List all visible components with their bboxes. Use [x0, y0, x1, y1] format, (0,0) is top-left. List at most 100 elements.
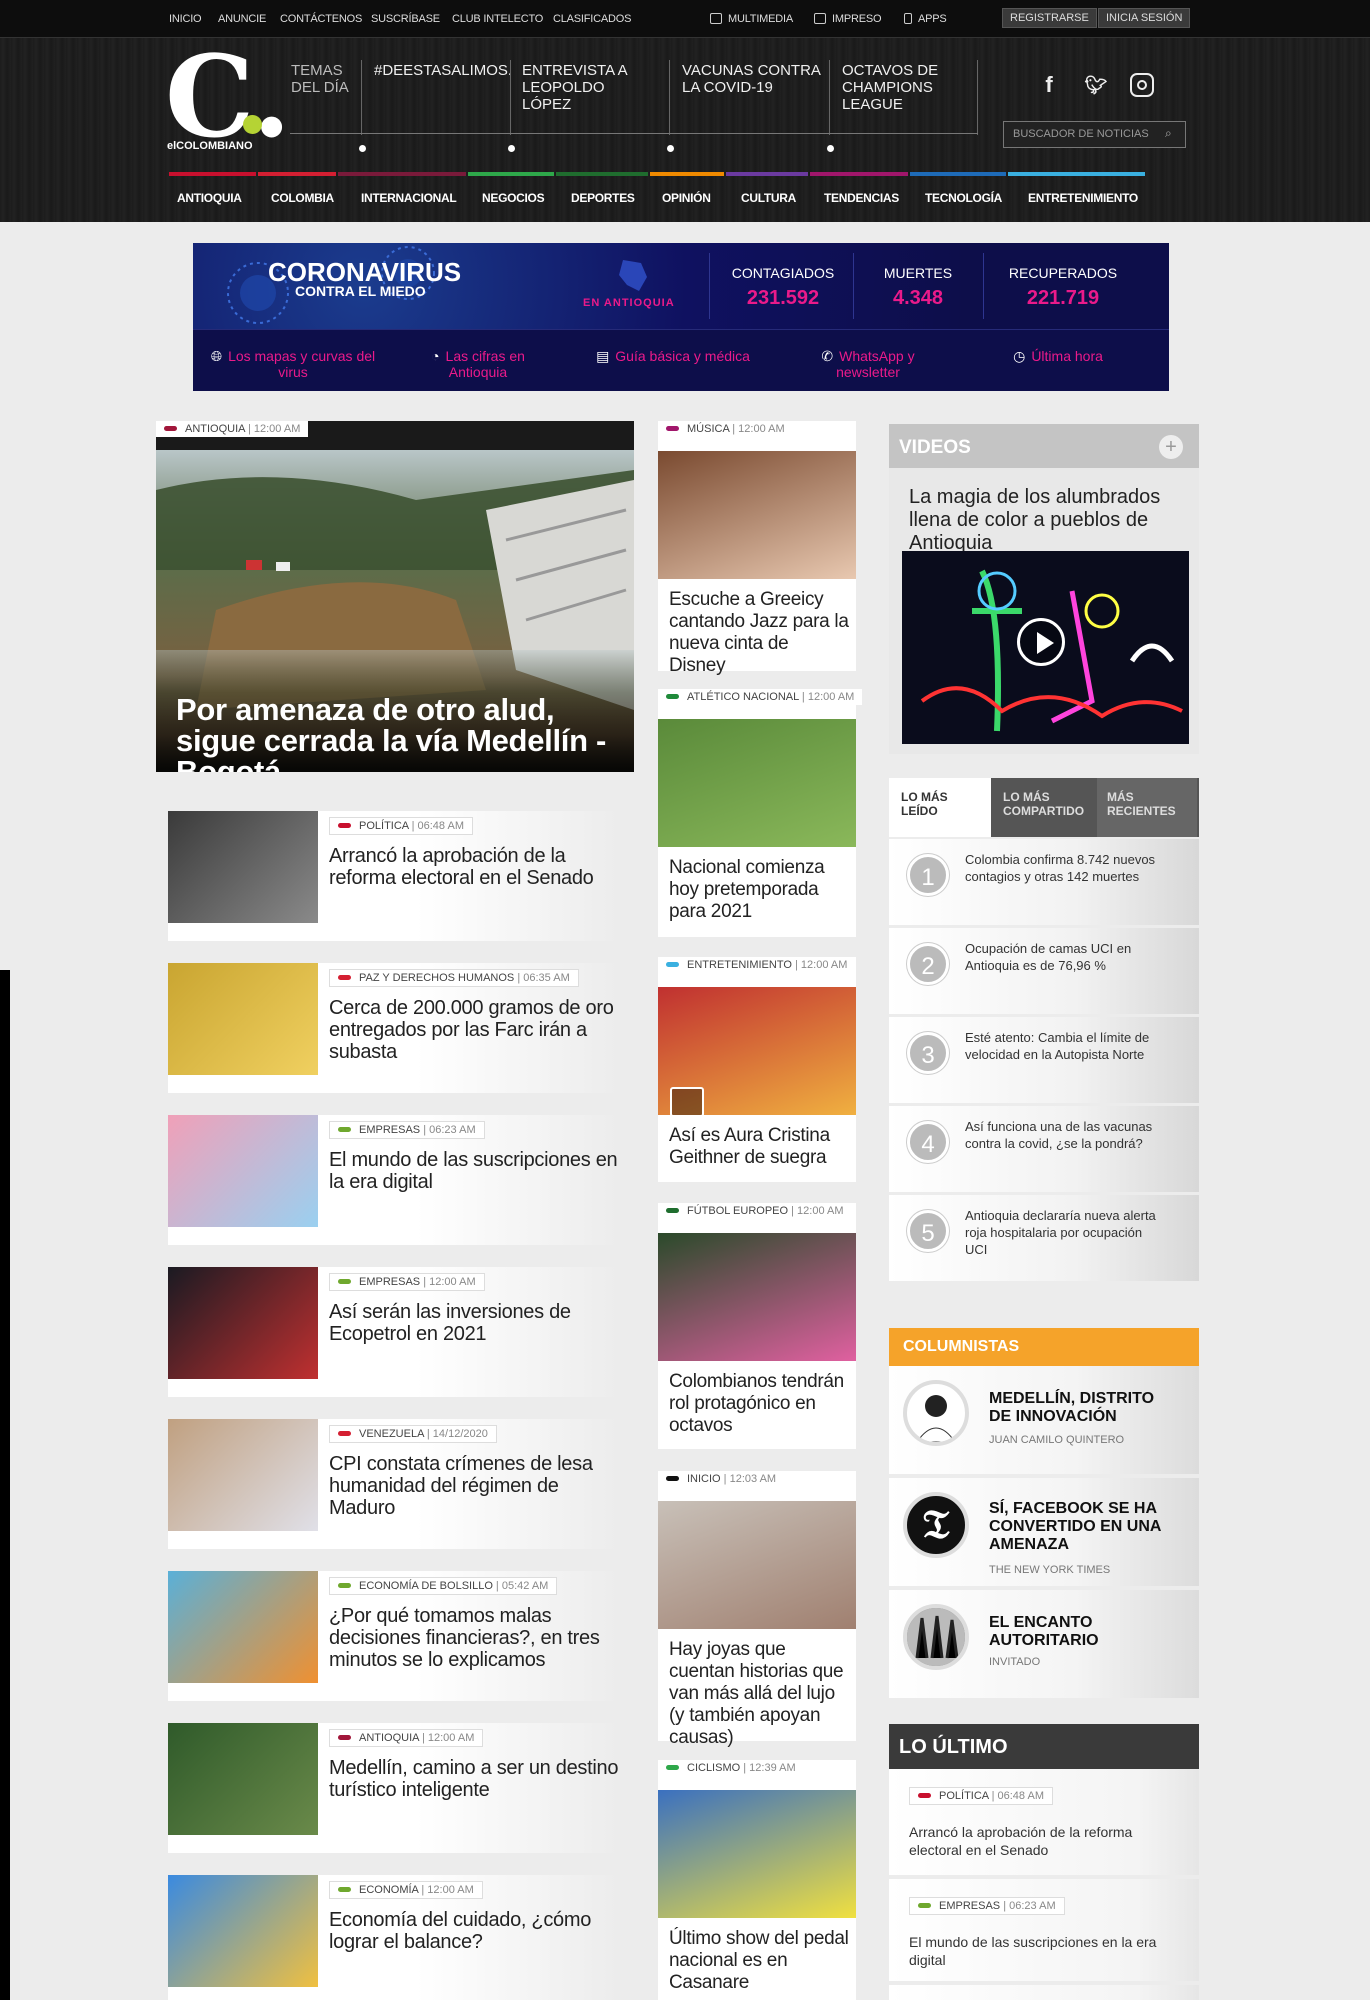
rank-title[interactable]: Ocupación de camas UCI en Antioquia es d…	[965, 940, 1165, 974]
columnist-title[interactable]: SÍ, FACEBOOK SE HA CONVERTIDO EN UNA AME…	[989, 1500, 1169, 1554]
ranking-item[interactable]: 2 Ocupación de camas UCI en Antioquia es …	[889, 928, 1199, 1014]
covid-link-mapas[interactable]: 🌐︎ Los mapas y curvas del virus	[208, 348, 378, 380]
topbar-link-inicio[interactable]: INICIO	[169, 13, 202, 25]
story-title[interactable]: El mundo de las suscripciones en la era …	[329, 1149, 619, 1193]
section-tag[interactable]: INICIO | 12:03 AM	[658, 1471, 785, 1487]
topbar-link-multimedia[interactable]: MULTIMEDIA	[710, 13, 793, 25]
mid-story-card[interactable]: CICLISMO | 12:39 AM Último show del pedal…	[658, 1760, 856, 2000]
story-thumbnail[interactable]	[168, 1419, 318, 1531]
latest-title[interactable]: El mundo de las suscripciones en la era …	[909, 1933, 1179, 1969]
latest-title[interactable]: Arrancó la aprobación de la reforma elec…	[909, 1823, 1179, 1859]
section-tag[interactable]: ENTRETENIMIENTO | 12:00 AM	[658, 957, 856, 973]
main-story-title[interactable]: Por amenaza de otro alud, sigue cerrada …	[176, 694, 616, 772]
nav-internacional[interactable]: INTERNACIONAL	[361, 191, 457, 205]
story-title[interactable]: Cerca de 200.000 gramos de oro entregado…	[329, 997, 619, 1063]
tab-mas-leido[interactable]: LO MÁS LEÍDO	[889, 778, 991, 837]
mid-story-card[interactable]: FÚTBOL EUROPEO | 12:00 AM Colombianos ten…	[658, 1203, 856, 1449]
theme-item-4[interactable]: OCTAVOS DE CHAMPIONS LEAGUE	[842, 62, 942, 113]
mid-story-image[interactable]	[658, 1501, 856, 1629]
mid-story-title[interactable]: Escuche a Greeicy cantando Jazz para la …	[669, 589, 849, 677]
mid-story-card[interactable]: ENTRETENIMIENTO | 12:00 AM Así es Aura Cr…	[658, 957, 856, 1182]
mid-story-card[interactable]: MÚSICA | 12:00 AM Escuche a Greeicy canta…	[658, 421, 856, 676]
story-thumbnail[interactable]	[168, 1115, 318, 1227]
ranking-item[interactable]: 3 Esté atento: Cambia el límite de veloci…	[889, 1017, 1199, 1103]
story-row[interactable]: Medellín, camino a ser un destino turíst…	[168, 1723, 620, 1853]
nav-tecnologia[interactable]: TECNOLOGÍA	[925, 191, 1002, 205]
latest-item[interactable]: EMPRESAS | 06:23 AM El mundo de las suscr…	[889, 1879, 1199, 1981]
section-tag[interactable]: CICLISMO | 12:39 AM	[658, 1760, 804, 1776]
rank-title[interactable]: Antioquia declararía nueva alerta roja h…	[965, 1207, 1165, 1258]
play-icon[interactable]	[1017, 618, 1065, 666]
nav-tendencias[interactable]: TENDENCIAS	[824, 191, 899, 205]
main-story-image[interactable]: Por amenaza de otro alud, sigue cerrada …	[156, 450, 634, 772]
nav-cultura[interactable]: CULTURA	[741, 191, 796, 205]
nav-negocios[interactable]: NEGOCIOS	[482, 191, 545, 205]
ranking-item[interactable]: 4 Así funciona una de las vacunas contra …	[889, 1106, 1199, 1192]
video-thumbnail[interactable]	[902, 551, 1189, 744]
tab-mas-compartido[interactable]: LO MÁS COMPARTIDO	[993, 778, 1095, 837]
section-tag[interactable]: ANTIOQUIA | 12:00 AM	[329, 1729, 484, 1747]
columnist-item[interactable]: EL ENCANTO AUTORITARIO INVITADO	[889, 1590, 1199, 1698]
plus-icon[interactable]: +	[1159, 435, 1183, 459]
topbar-link-clasificados[interactable]: CLASIFICADOS	[553, 13, 631, 25]
nav-opinion[interactable]: OPINIÓN	[662, 191, 711, 205]
video-headline[interactable]: La magia de los alumbrados llena de colo…	[909, 486, 1189, 555]
facebook-icon[interactable]: f	[1036, 72, 1062, 98]
rank-title[interactable]: Esté atento: Cambia el límite de velocid…	[965, 1029, 1165, 1063]
mid-story-card[interactable]: INICIO | 12:03 AM Hay joyas que cuentan h…	[658, 1471, 856, 1748]
section-tag[interactable]: PAZ Y DERECHOS HUMANOS | 06:35 AM	[329, 969, 579, 987]
theme-item-3[interactable]: VACUNAS CONTRA LA COVID-19	[682, 62, 822, 96]
story-title[interactable]: CPI constata crímenes de lesa humanidad …	[329, 1453, 619, 1519]
section-tag[interactable]: EMPRESAS | 06:23 AM	[909, 1897, 1065, 1915]
latest-item[interactable]: PAZ Y DERECHOS HUMANOS | 06:35 AM	[889, 1985, 1199, 2000]
story-row[interactable]: Así serán las inversiones de Ecopetrol e…	[168, 1267, 620, 1397]
columnist-item[interactable]: 𝔗 SÍ, FACEBOOK SE HA CONVERTIDO EN UNA A…	[889, 1478, 1199, 1586]
section-tag[interactable]: VENEZUELA | 14/12/2020	[329, 1425, 497, 1443]
twitter-icon[interactable]: 🐦︎	[1083, 72, 1109, 98]
section-tag[interactable]: FÚTBOL EUROPEO | 12:00 AM	[658, 1203, 852, 1219]
mid-story-image[interactable]	[658, 987, 856, 1115]
story-thumbnail[interactable]	[168, 1875, 318, 1987]
ranking-item[interactable]: 1 Colombia confirma 8.742 nuevos contagio…	[889, 839, 1199, 925]
section-tag[interactable]: POLÍTICA | 06:48 AM	[909, 1787, 1053, 1805]
story-row[interactable]: ¿Por qué tomamos malas decisiones financ…	[168, 1571, 620, 1701]
covid-link-ultima-hora[interactable]: ◷ Última hora	[983, 348, 1133, 364]
covid-link-whatsapp[interactable]: ✆ WhatsApp y newsletter	[803, 348, 933, 380]
mid-story-card[interactable]: ATLÉTICO NACIONAL | 12:00 AM Nacional com…	[658, 689, 863, 937]
story-row[interactable]: CPI constata crímenes de lesa humanidad …	[168, 1419, 620, 1549]
topbar-link-impreso[interactable]: IMPRESO	[814, 13, 882, 25]
nav-antioquia[interactable]: ANTIOQUIA	[177, 191, 242, 205]
mid-story-title[interactable]: Último show del pedal nacional es en Cas…	[669, 1928, 849, 1994]
columnist-title[interactable]: MEDELLÍN, DISTRITO DE INNOVACIÓN	[989, 1390, 1169, 1426]
theme-item-2[interactable]: ENTREVISTA A LEOPOLDO LÓPEZ	[522, 62, 652, 113]
covid-link-guia[interactable]: ▤ Guía básica y médica	[583, 348, 763, 364]
story-thumbnail[interactable]	[168, 1571, 318, 1683]
section-tag[interactable]: ECONOMÍA | 12:00 AM	[329, 1881, 483, 1899]
login-button[interactable]: INICIA SESIÓN	[1098, 8, 1191, 28]
section-tag[interactable]: ATLÉTICO NACIONAL | 12:00 AM	[658, 689, 863, 705]
rank-title[interactable]: Así funciona una de las vacunas contra l…	[965, 1118, 1165, 1152]
rank-title[interactable]: Colombia confirma 8.742 nuevos contagios…	[965, 851, 1165, 885]
topbar-link-apps[interactable]: APPS	[904, 13, 947, 25]
topbar-link-suscribase[interactable]: SUSCRÍBASE	[371, 13, 440, 25]
main-story-tag[interactable]: ANTIOQUIA | 12:00 AM	[156, 421, 309, 437]
mid-story-image[interactable]	[658, 1790, 856, 1918]
search-input[interactable]: BUSCADOR DE NOTICIAS	[1003, 121, 1186, 148]
nav-colombia[interactable]: COLOMBIA	[271, 191, 334, 205]
story-title[interactable]: Así serán las inversiones de Ecopetrol e…	[329, 1301, 619, 1345]
section-tag[interactable]: ECONOMÍA DE BOLSILLO | 05:42 AM	[329, 1577, 558, 1595]
covid-banner[interactable]: CORONAVIRUS CONTRA EL MIEDO EN ANTIOQUIA…	[193, 243, 1169, 391]
main-story[interactable]: Por amenaza de otro alud, sigue cerrada …	[156, 421, 634, 772]
story-title[interactable]: Medellín, camino a ser un destino turíst…	[329, 1757, 619, 1801]
covid-link-cifras[interactable]: ◔ Las cifras en Antioquia	[403, 348, 553, 380]
latest-item[interactable]: POLÍTICA | 06:48 AM Arrancó la aprobación…	[889, 1769, 1199, 1875]
story-title[interactable]: Economía del cuidado, ¿cómo lograr el ba…	[329, 1909, 619, 1953]
section-tag[interactable]: EMPRESAS | 12:00 AM	[329, 1273, 485, 1291]
story-thumbnail[interactable]	[168, 811, 318, 923]
section-tag[interactable]: MÚSICA | 12:00 AM	[658, 421, 793, 437]
tab-mas-recientes[interactable]: MÁS RECIENTES	[1097, 778, 1197, 837]
story-thumbnail[interactable]	[168, 963, 318, 1075]
story-thumbnail[interactable]	[168, 1723, 318, 1835]
register-button[interactable]: REGISTRARSE	[1002, 8, 1097, 28]
story-row[interactable]: Cerca de 200.000 gramos de oro entregado…	[168, 963, 620, 1093]
